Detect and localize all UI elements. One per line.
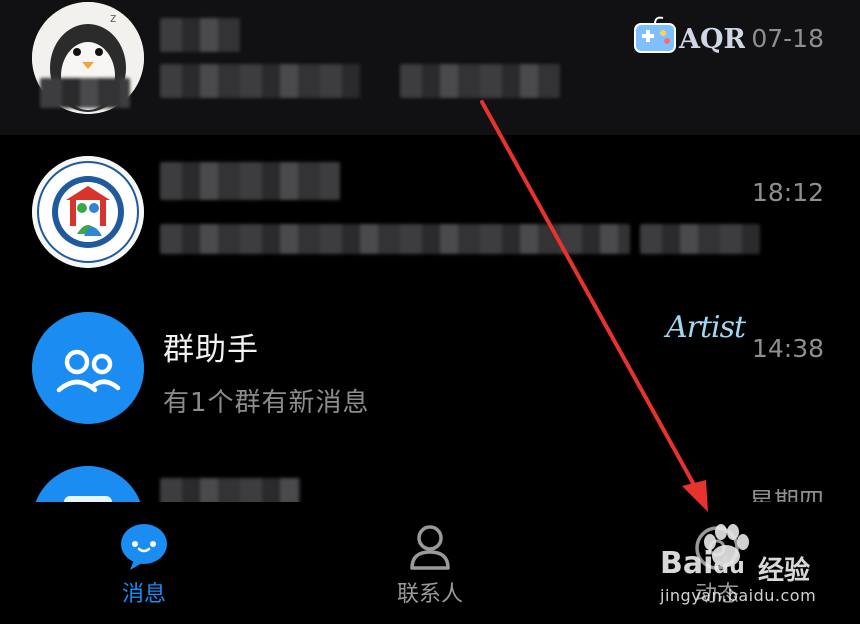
tab-label: 联系人 bbox=[396, 582, 463, 607]
blurred-preview-2 bbox=[640, 224, 760, 254]
chat-time: 星期四 bbox=[748, 487, 824, 502]
tab-label: 消息 bbox=[121, 582, 166, 607]
school-emblem-icon bbox=[32, 156, 144, 268]
svg-text:z: z bbox=[110, 11, 116, 25]
chat-preview: 有1个群有新消息 bbox=[163, 388, 370, 418]
chat-list-item[interactable]: Artist 18:12 bbox=[0, 138, 860, 345]
group-helper-icon bbox=[32, 312, 144, 424]
tab-contacts[interactable]: 联系人 bbox=[360, 502, 500, 624]
chat-name: 群助手 bbox=[163, 332, 259, 368]
blurred-preview bbox=[160, 64, 360, 98]
chat-time: 14:38 bbox=[751, 334, 824, 363]
blurred-preview-2 bbox=[400, 64, 560, 98]
blue-avatar-icon bbox=[35, 466, 141, 502]
baidu-jingyan-watermark: Baidu 经验 jingyan.baidu.com bbox=[660, 520, 850, 620]
chat-time: 18:12 bbox=[751, 178, 824, 207]
chat-list-item-group-helper[interactable]: 群助手 有1个群有新消息 14:38 bbox=[0, 290, 860, 430]
chat-bubble-icon bbox=[118, 522, 170, 572]
tab-messages[interactable]: 消息 bbox=[74, 502, 214, 624]
avatar bbox=[32, 466, 144, 502]
avatar-overlay-blur bbox=[40, 78, 130, 108]
vip-badge-icon: AQR bbox=[633, 14, 746, 55]
blurred-name bbox=[160, 478, 300, 502]
blurred-preview bbox=[160, 224, 630, 254]
chat-list-item[interactable]: 星期四 bbox=[0, 430, 860, 502]
chat-list-item[interactable]: z AQR 07-18 bbox=[0, 0, 860, 135]
chat-time: 07-18 bbox=[751, 24, 824, 53]
blurred-name bbox=[160, 18, 240, 52]
badge-text: AQR bbox=[678, 24, 745, 54]
qq-message-screen: z AQR 07-18 Artist 18:12 群助手 有1个群有新消息 14… bbox=[0, 0, 860, 624]
avatar bbox=[32, 156, 144, 268]
watermark-product: 经验 bbox=[758, 556, 811, 586]
avatar bbox=[32, 312, 144, 424]
blurred-name bbox=[160, 162, 340, 200]
watermark-url: jingyan.baidu.com bbox=[660, 586, 817, 605]
contacts-person-icon bbox=[404, 522, 456, 572]
watermark-brand: Baidu bbox=[660, 546, 745, 581]
